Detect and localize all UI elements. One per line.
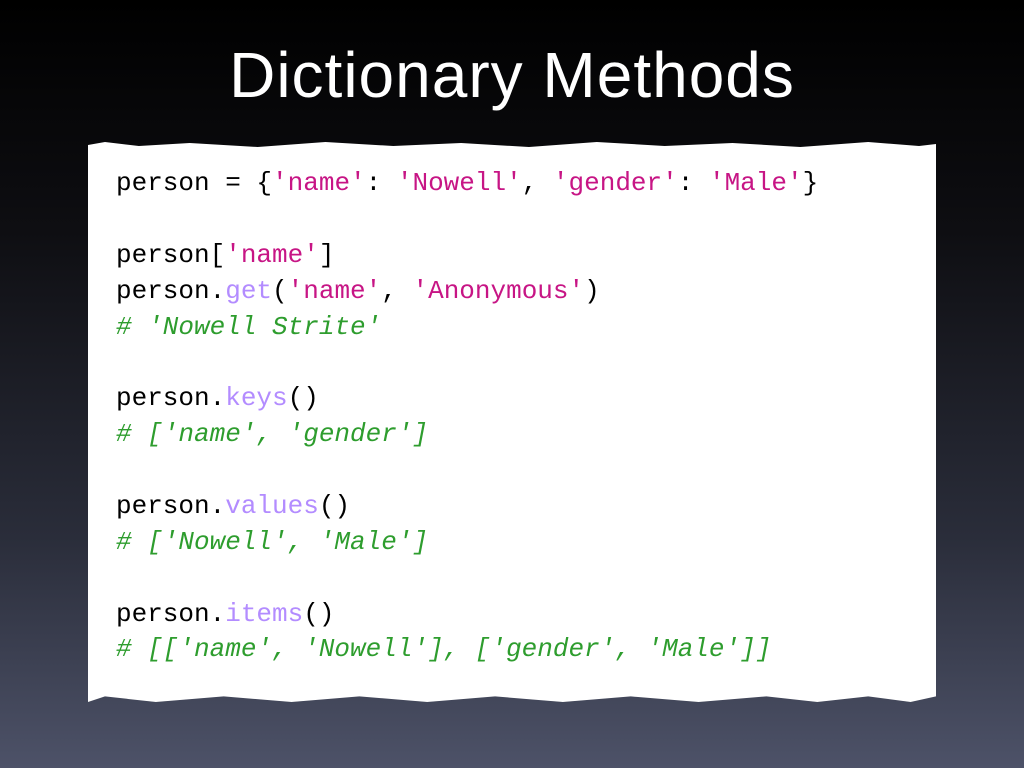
code-text: person = { xyxy=(116,168,272,198)
code-frame: person = {'name': 'Nowell', 'gender': 'M… xyxy=(88,142,936,702)
code-block: person = {'name': 'Nowell', 'gender': 'M… xyxy=(116,166,908,668)
slide: Dictionary Methods person = {'name': 'No… xyxy=(0,0,1024,768)
slide-title: Dictionary Methods xyxy=(0,0,1024,112)
